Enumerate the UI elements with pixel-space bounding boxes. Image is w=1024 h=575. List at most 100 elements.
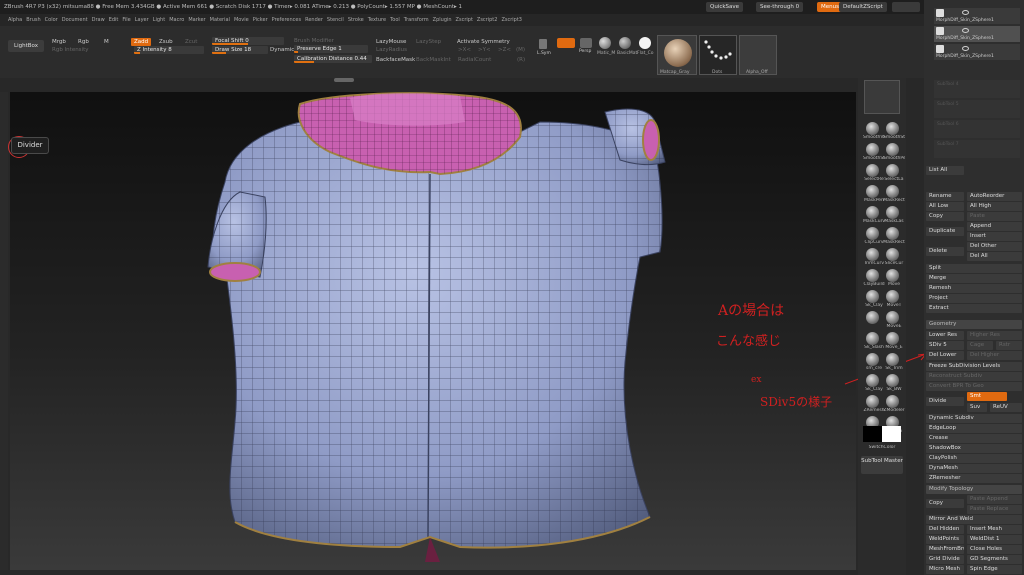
menu-zscript[interactable]: Zscript [456,17,473,23]
insert-mesh-button[interactable]: Insert Mesh [967,525,1022,534]
lazyradius-slider[interactable]: LazyRadius [376,46,407,54]
subtool-empty-slot[interactable]: SubTool 7 [934,140,1020,158]
menu-zplugin[interactable]: Zplugin [433,17,452,23]
lazymouse-button[interactable]: LazyMouse [376,38,406,46]
shelf-brush-icon[interactable] [866,206,879,219]
menu-transform[interactable]: Transform [404,17,429,23]
shelf-brush-icon[interactable] [866,374,879,387]
menu-macro[interactable]: Macro [169,17,184,23]
z-intensity-slider[interactable]: Z Intensity 8 [134,46,204,54]
alpha-thumbnail[interactable] [739,35,777,75]
shadowbox-button[interactable]: ShadowBox [926,444,1022,453]
higher-res-button[interactable]: Higher Res [967,331,1022,340]
menu-document[interactable]: Document [62,17,88,23]
lower-res-button[interactable]: Lower Res [926,331,964,340]
lsym-icon[interactable] [539,39,547,49]
edgeloop-button[interactable]: EdgeLoop [926,424,1022,433]
zsub-button[interactable]: Zsub [159,38,173,46]
delete-button[interactable]: Delete [926,247,964,256]
micro-mesh-button[interactable]: Micro Mesh [926,565,964,574]
symmetry-m-button[interactable]: (M) [516,46,525,54]
shelf-brush-icon[interactable] [886,269,899,282]
calibration-distance-slider[interactable]: Calibration Distance 0.44 [294,55,372,63]
del-other-button[interactable]: Del Other [967,242,1022,251]
shelf-brush-icon[interactable] [866,395,879,408]
reconstruct-subdiv-button[interactable]: Reconstruct Subdiv [926,372,1022,381]
flat-color-icon[interactable] [639,37,651,49]
convert-bpr-button[interactable]: Convert BPR To Geo [926,382,1022,391]
visibility-eye-icon[interactable] [962,28,969,33]
list-all-button[interactable]: List All [926,166,964,175]
focal-shift-slider[interactable]: Focal Shift 0 [212,37,284,45]
backfacemask-button[interactable]: BackfaceMask [376,56,415,64]
toolbar-scroll-handle[interactable] [334,78,354,82]
topology-copy-button[interactable]: Copy [926,499,964,508]
mirror-and-weld-button[interactable]: Mirror And Weld [926,515,1022,524]
insert-button[interactable]: Insert [967,232,1022,241]
freeze-subdivision-button[interactable]: Freeze SubDivision Levels [926,362,1022,371]
rename-button[interactable]: Rename [926,192,964,201]
shelf-brush-icon[interactable] [866,311,879,324]
sdiv-slider[interactable]: SDiv 5 [926,341,964,350]
menu-zscript2[interactable]: Zscript2 [477,17,498,23]
shelf-brush-icon[interactable] [866,269,879,282]
suv-toggle[interactable]: Suv [967,403,987,412]
mrgb-button[interactable]: Mrgb [52,38,66,46]
dynamic-button[interactable]: Dynamic [270,46,294,54]
menu-tool[interactable]: Tool [390,17,400,23]
split-button[interactable]: Split [926,264,1022,273]
shelf-brush-icon[interactable] [886,290,899,303]
visibility-eye-icon[interactable] [962,46,969,51]
shelf-brush-icon[interactable] [886,311,899,324]
del-hidden-button[interactable]: Del Hidden [926,525,964,534]
color-swatch[interactable] [863,426,901,442]
menu-stroke[interactable]: Stroke [348,17,364,23]
smt-toggle[interactable]: Smt [967,392,1007,401]
menu-material[interactable]: Material [210,17,230,23]
left-tray[interactable] [0,92,8,570]
see-through-slider[interactable]: See-through 0 [756,2,804,12]
draw-size-slider[interactable]: Draw Size 18 [212,46,268,54]
shelf-brush-icon[interactable] [886,374,899,387]
lazystep-slider[interactable]: LazyStep [416,38,441,46]
subtool-master-button[interactable]: SubTool Master [861,456,903,474]
menu-picker[interactable]: Picker [253,17,268,23]
subtool-empty-slot[interactable]: SubTool 6 [934,120,1020,138]
del-higher-button[interactable]: Del Higher [967,351,1022,360]
shelf-brush-icon[interactable] [866,248,879,261]
m-button[interactable]: M [104,38,109,46]
shelf-brush-icon[interactable] [866,143,879,156]
matcap-thumbnail[interactable] [657,35,697,75]
remesh-button[interactable]: Remesh [926,284,1022,293]
radialcount-slider[interactable]: RadialCount [458,56,491,64]
duplicate-button[interactable]: Duplicate [926,227,964,236]
subtool-slot[interactable]: MorphDiff_Skin_ZSphere1 [934,8,1020,24]
shelf-brush-icon[interactable] [886,332,899,345]
menu-render[interactable]: Render [305,17,323,23]
welddist-slider[interactable]: WeldDist 1 [967,535,1022,544]
shelf-brush-icon[interactable] [866,353,879,366]
shelf-brush-icon[interactable] [886,353,899,366]
basic-material-icon[interactable] [619,37,631,49]
modify-topology-header[interactable]: Modify Topology [926,485,1022,494]
shelf-brush-icon[interactable] [886,143,899,156]
persp-icon[interactable] [580,38,592,48]
divide-button[interactable]: Divide [926,397,964,406]
paste-replace-button[interactable]: Paste Replace [967,505,1022,514]
project-button[interactable]: Project [926,294,1022,303]
gd-segments-slider[interactable]: GD Segments [967,555,1022,564]
menu-color[interactable]: Color [45,17,58,23]
xpose-icon[interactable] [557,38,575,48]
reuv-toggle[interactable]: ReUV [990,403,1022,412]
subtool-slot[interactable]: MorphDiff_Skin_ZSphere1 [934,26,1020,42]
close-holes-button[interactable]: Close Holes [967,545,1022,554]
append-button[interactable]: Append [967,222,1022,231]
shelf-brush-icon[interactable] [866,332,879,345]
shelf-brush-icon[interactable] [886,227,899,240]
shelf-brush-icon[interactable] [866,185,879,198]
rgb-button[interactable]: Rgb [78,38,89,46]
brush-modifier-slider[interactable]: Brush Modifier [294,37,334,45]
lightbox-button[interactable]: LightBox [8,40,44,52]
menu-movie[interactable]: Movie [234,17,249,23]
shelf-brush-icon[interactable] [886,395,899,408]
